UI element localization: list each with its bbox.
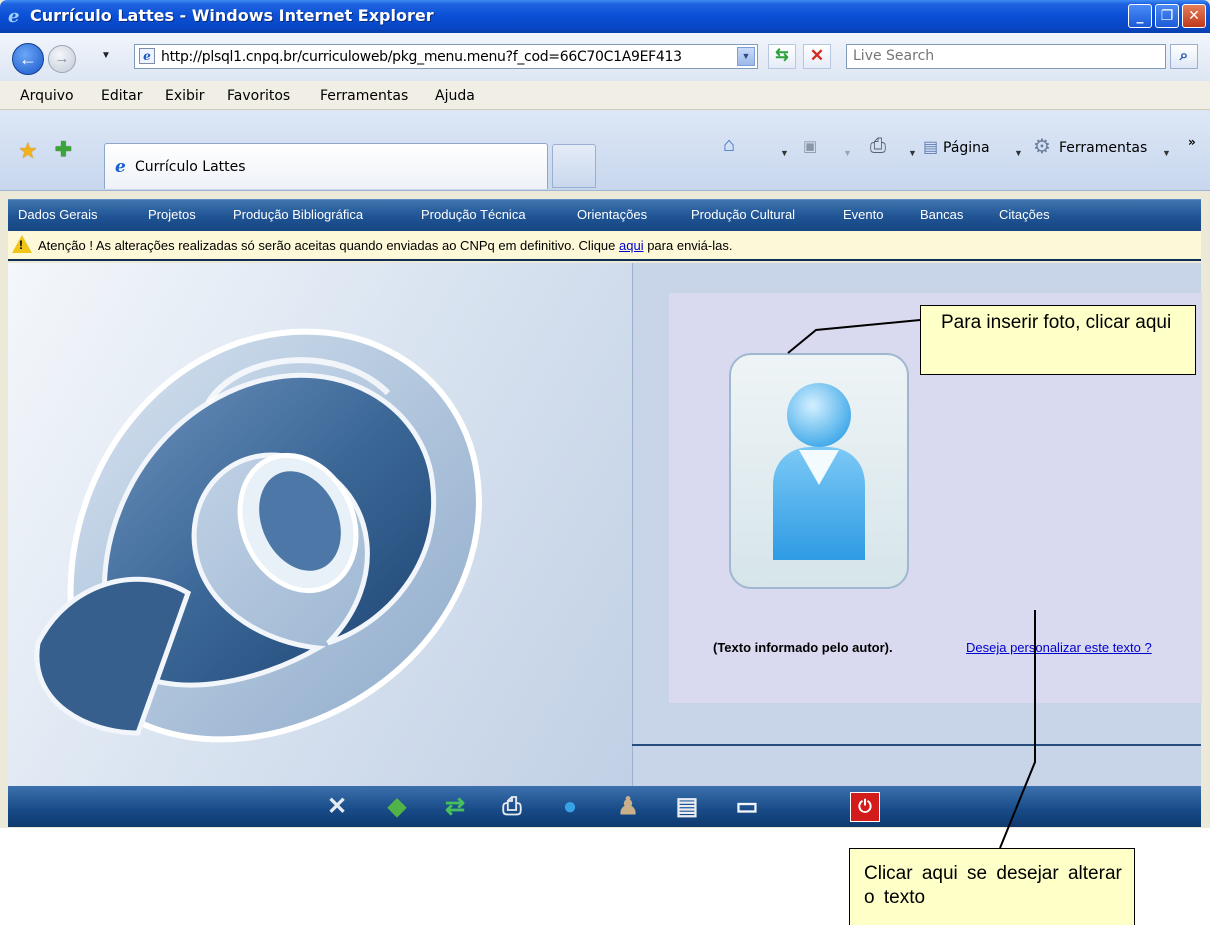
nav-producao-cultural[interactable]: Produção Cultural bbox=[691, 207, 795, 222]
web-icon[interactable]: ● bbox=[553, 791, 587, 823]
nav-bancas[interactable]: Bancas bbox=[920, 207, 963, 222]
text-callout: Clicar aqui se desejar alterar o texto bbox=[849, 848, 1135, 925]
page-icon: ▤ bbox=[923, 139, 939, 156]
content-divider bbox=[632, 744, 1201, 746]
nav-producao-bibliografica[interactable]: Produção Bibliográfica bbox=[233, 207, 363, 222]
gear-icon: ⚙ bbox=[1033, 136, 1051, 158]
navigation-bar: ← → ▼ e http://plsql1.cnpq.br/curriculow… bbox=[0, 33, 1210, 81]
page-menu[interactable]: Página bbox=[943, 140, 990, 156]
warning-text-end: para enviá-las. bbox=[643, 238, 733, 253]
menu-exibir[interactable]: Exibir bbox=[165, 88, 205, 104]
stop-icon: ✕ bbox=[809, 46, 825, 65]
warning-text-start: Atenção ! As alterações realizadas só se… bbox=[38, 238, 620, 253]
warning-text: Atenção ! As alterações realizadas só se… bbox=[38, 238, 732, 253]
close-button[interactable]: ✕ bbox=[1182, 4, 1206, 28]
window-title: Currículo Lattes - Windows Internet Expl… bbox=[30, 6, 434, 25]
printer-icon[interactable]: ⎙ bbox=[495, 791, 529, 823]
windows-icon[interactable]: ▭ bbox=[730, 791, 764, 823]
forward-button[interactable]: → bbox=[48, 45, 76, 73]
forward-arrow-icon: → bbox=[54, 50, 70, 67]
menu-arquivo[interactable]: Arquivo bbox=[20, 88, 74, 104]
history-dropdown-icon[interactable]: ▼ bbox=[101, 50, 111, 61]
tab-label: Currículo Lattes bbox=[135, 159, 246, 175]
minimize-button[interactable]: _ bbox=[1128, 4, 1152, 28]
tools-dropdown-icon[interactable]: ▼ bbox=[1162, 148, 1171, 158]
photo-callout: Para inserir foto, clicar aqui bbox=[920, 305, 1196, 375]
lattes-logo bbox=[34, 328, 482, 743]
tab-bar: ★ ✚ e Currículo Lattes ⌂ ▼ ▣ ▼ ⎙ ▼ ▤ Pág… bbox=[0, 110, 1210, 191]
bottom-toolbar: ✕ ◆ ⇄ ⎙ ● ♟ ▤ ▭ ⏻ bbox=[8, 786, 1201, 827]
refresh-button[interactable]: ⇆ bbox=[768, 44, 796, 69]
refresh-icon: ⇆ bbox=[775, 47, 789, 64]
menu-ajuda[interactable]: Ajuda bbox=[435, 88, 475, 104]
favorites-star-icon[interactable]: ★ bbox=[18, 138, 38, 164]
lattes-nav-bar: Dados Gerais Projetos Produção Bibliográ… bbox=[8, 199, 1201, 231]
power-icon[interactable]: ⏻ bbox=[850, 792, 880, 822]
globe-arrow-icon[interactable]: ◆ bbox=[380, 791, 414, 823]
nav-projetos[interactable]: Projetos bbox=[148, 207, 196, 222]
address-dropdown-icon[interactable]: ▼ bbox=[737, 47, 755, 66]
print-dropdown-icon[interactable]: ▼ bbox=[908, 148, 917, 158]
browser-window: e Currículo Lattes - Windows Internet Ex… bbox=[0, 0, 1210, 828]
page-dropdown-icon[interactable]: ▼ bbox=[1014, 148, 1023, 158]
notebook-icon[interactable]: ▤ bbox=[670, 791, 704, 823]
warning-banner: ! Atenção ! As alterações realizadas só … bbox=[8, 231, 1201, 261]
warning-exclamation: ! bbox=[19, 238, 23, 252]
search-box[interactable] bbox=[846, 44, 1166, 69]
back-arrow-icon: ← bbox=[19, 49, 37, 69]
menu-bar: Arquivo Editar Exibir Favoritos Ferramen… bbox=[0, 81, 1210, 110]
lattes-logo-panel bbox=[8, 263, 632, 786]
back-button[interactable]: ← bbox=[12, 43, 44, 75]
feeds-dropdown-icon[interactable]: ▼ bbox=[843, 148, 852, 158]
chevron-more-icon[interactable]: » bbox=[1188, 135, 1196, 149]
send-link[interactable]: aqui bbox=[619, 238, 644, 253]
users-icon[interactable]: ♟ bbox=[611, 791, 645, 823]
nav-orientacoes[interactable]: Orientações bbox=[577, 207, 647, 222]
address-bar[interactable]: e http://plsql1.cnpq.br/curriculoweb/pkg… bbox=[134, 44, 758, 69]
maximize-button[interactable]: ❐ bbox=[1155, 4, 1179, 28]
search-icon: ⌕ bbox=[1179, 47, 1189, 64]
new-tab-button[interactable] bbox=[552, 144, 596, 188]
user-silhouette-icon bbox=[773, 383, 865, 560]
print-icon[interactable]: ⎙ bbox=[870, 135, 886, 158]
menu-favoritos[interactable]: Favoritos bbox=[227, 88, 290, 104]
refresh-icon[interactable]: ⇄ bbox=[438, 791, 472, 823]
home-dropdown-icon[interactable]: ▼ bbox=[780, 148, 789, 158]
menu-editar[interactable]: Editar bbox=[101, 88, 142, 104]
home-icon[interactable]: ⌂ bbox=[723, 134, 735, 157]
nav-citacoes[interactable]: Citações bbox=[999, 207, 1050, 222]
search-button[interactable]: ⌕ bbox=[1170, 44, 1198, 69]
feeds-icon[interactable]: ▣ bbox=[803, 137, 817, 155]
search-input[interactable] bbox=[853, 48, 1153, 64]
ie-logo-icon: e bbox=[8, 6, 20, 27]
customize-text-link[interactable]: Deseja personalizar este texto ? bbox=[966, 640, 1152, 655]
photo-placeholder[interactable] bbox=[729, 353, 909, 589]
ie-tab-icon: e bbox=[115, 157, 126, 177]
stop-button[interactable]: ✕ bbox=[803, 44, 831, 69]
tools-menu[interactable]: Ferramentas bbox=[1059, 140, 1147, 156]
nav-dados-gerais[interactable]: Dados Gerais bbox=[18, 207, 97, 222]
menu-ferramentas[interactable]: Ferramentas bbox=[320, 88, 408, 104]
author-text: (Texto informado pelo autor). bbox=[713, 640, 893, 655]
tools-icon[interactable]: ✕ bbox=[320, 791, 354, 823]
title-bar: e Currículo Lattes - Windows Internet Ex… bbox=[0, 0, 1210, 33]
nav-producao-tecnica[interactable]: Produção Técnica bbox=[421, 207, 526, 222]
add-favorite-icon[interactable]: ✚ bbox=[55, 137, 72, 162]
nav-evento[interactable]: Evento bbox=[843, 207, 883, 222]
page-icon: e bbox=[139, 48, 155, 64]
tab-curriculo-lattes[interactable]: e Currículo Lattes bbox=[104, 143, 548, 189]
address-url[interactable]: http://plsql1.cnpq.br/curriculoweb/pkg_m… bbox=[161, 49, 682, 65]
